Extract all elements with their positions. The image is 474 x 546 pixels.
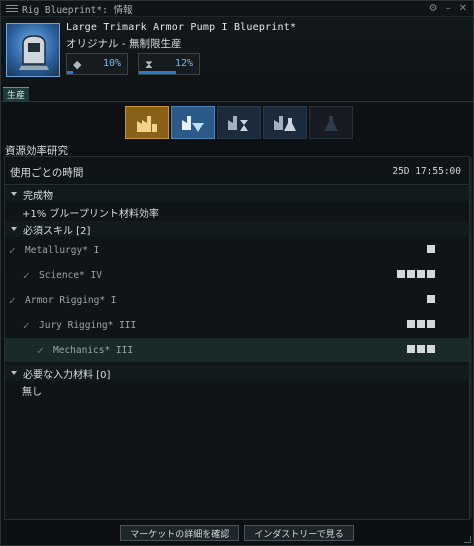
skill-row[interactable]: ✓ Armor Rigging* I (5, 288, 469, 312)
skill-level-box (427, 270, 435, 278)
outcome-text: +1% ブループリント材料効率 (22, 209, 159, 220)
skill-level-box (427, 245, 435, 253)
skill-level-indicator (407, 320, 435, 328)
settings-icon[interactable]: ⚙ (429, 3, 438, 14)
skill-name: Science* IV (39, 269, 102, 281)
skill-level-indicator (427, 245, 435, 253)
market-details-button[interactable]: マーケットの詳細を確認 (120, 525, 240, 541)
skill-row[interactable]: ✓ Science* IV (5, 263, 469, 287)
skill-name: Armor Rigging* I (25, 294, 117, 306)
inputs-text: 無し (22, 387, 42, 398)
skill-name: Mechanics* III (53, 344, 134, 356)
close-icon[interactable]: ✕ (459, 3, 467, 14)
skill-level-box (407, 270, 415, 278)
blueprint-name: Large Trimark Armor Pump I Blueprint* (66, 22, 297, 33)
title-bar[interactable]: Rig Blueprint*: 情報 ⚙ – ✕ (1, 1, 473, 17)
skill-name: Jury Rigging* III (39, 319, 137, 331)
skill-level-indicator (407, 345, 435, 353)
skill-level-box (417, 270, 425, 278)
skill-row[interactable]: ✓ Metallurgy* I (5, 238, 469, 262)
chevron-down-icon (11, 371, 17, 375)
material-efficiency-stat: ◆ 10% (66, 53, 128, 75)
skill-row[interactable]: ✓ Jury Rigging* III (5, 313, 469, 337)
chevron-down-icon (11, 227, 17, 231)
resize-handle[interactable] (464, 536, 471, 543)
skills-header[interactable]: 必須スキル [2] (5, 221, 469, 237)
blueprint-type: オリジナル - 無制限生産 (66, 38, 182, 50)
gem-icon: ◆ (73, 58, 82, 71)
minimize-icon[interactable]: – (446, 3, 451, 14)
outcome-header[interactable]: 完成物 (5, 186, 469, 202)
time-efficiency-bar (139, 71, 176, 74)
blueprint-icon[interactable] (6, 23, 60, 77)
scrollbar[interactable] (470, 157, 472, 519)
material-research-button[interactable] (171, 106, 215, 139)
skill-row[interactable]: ✓ Mechanics* III (5, 338, 469, 362)
time-efficiency-stat: ⧗ 12% (138, 53, 200, 75)
tab-production[interactable]: 生産 (3, 87, 30, 101)
skill-level-box (407, 345, 415, 353)
invention-flask-icon (324, 115, 338, 131)
checkmark-icon: ✓ (9, 243, 16, 257)
invention-button (309, 106, 353, 139)
chevron-down-icon (11, 192, 17, 196)
skill-level-indicator (427, 295, 435, 303)
hourglass-icon: ⧗ (145, 58, 153, 71)
factory-gem-icon (182, 115, 204, 132)
skill-level-box (427, 295, 435, 303)
material-efficiency-bar (67, 71, 73, 74)
time-value: 25D 17:55:00 (392, 166, 461, 177)
activity-buttons (125, 106, 353, 139)
menu-icon[interactable] (6, 3, 18, 15)
manufacturing-button[interactable] (125, 106, 169, 139)
time-research-button[interactable] (217, 106, 261, 139)
skill-level-box (427, 345, 435, 353)
checkmark-icon: ✓ (9, 293, 16, 307)
factory-flask-icon (274, 115, 296, 131)
skill-level-box (407, 320, 415, 328)
skill-level-indicator (397, 270, 435, 278)
skill-level-box (417, 345, 425, 353)
factory-icon (137, 115, 157, 132)
skill-name: Metallurgy* I (25, 244, 100, 256)
skill-level-box (397, 270, 405, 278)
factory-hourglass-icon (228, 115, 248, 131)
window-title: Rig Blueprint*: 情報 (22, 4, 133, 16)
skill-level-box (427, 320, 435, 328)
inputs-header[interactable]: 必要な入力材料 [0] (5, 365, 469, 381)
skill-level-box (417, 320, 425, 328)
view-in-industry-button[interactable]: インダストリーで見る (244, 525, 354, 541)
info-window: Rig Blueprint*: 情報 ⚙ – ✕ Large Trimark A… (0, 0, 474, 546)
checkmark-icon: ✓ (37, 343, 44, 357)
footer-buttons: マーケットの詳細を確認 インダストリーで見る (1, 525, 473, 541)
copy-button[interactable] (263, 106, 307, 139)
tab-divider (1, 101, 473, 102)
checkmark-icon: ✓ (23, 318, 30, 332)
details-panel: 使用ごとの時間 25D 17:55:00 完成物 +1% ブループリント材料効率… (4, 156, 470, 520)
checkmark-icon: ✓ (23, 268, 30, 282)
